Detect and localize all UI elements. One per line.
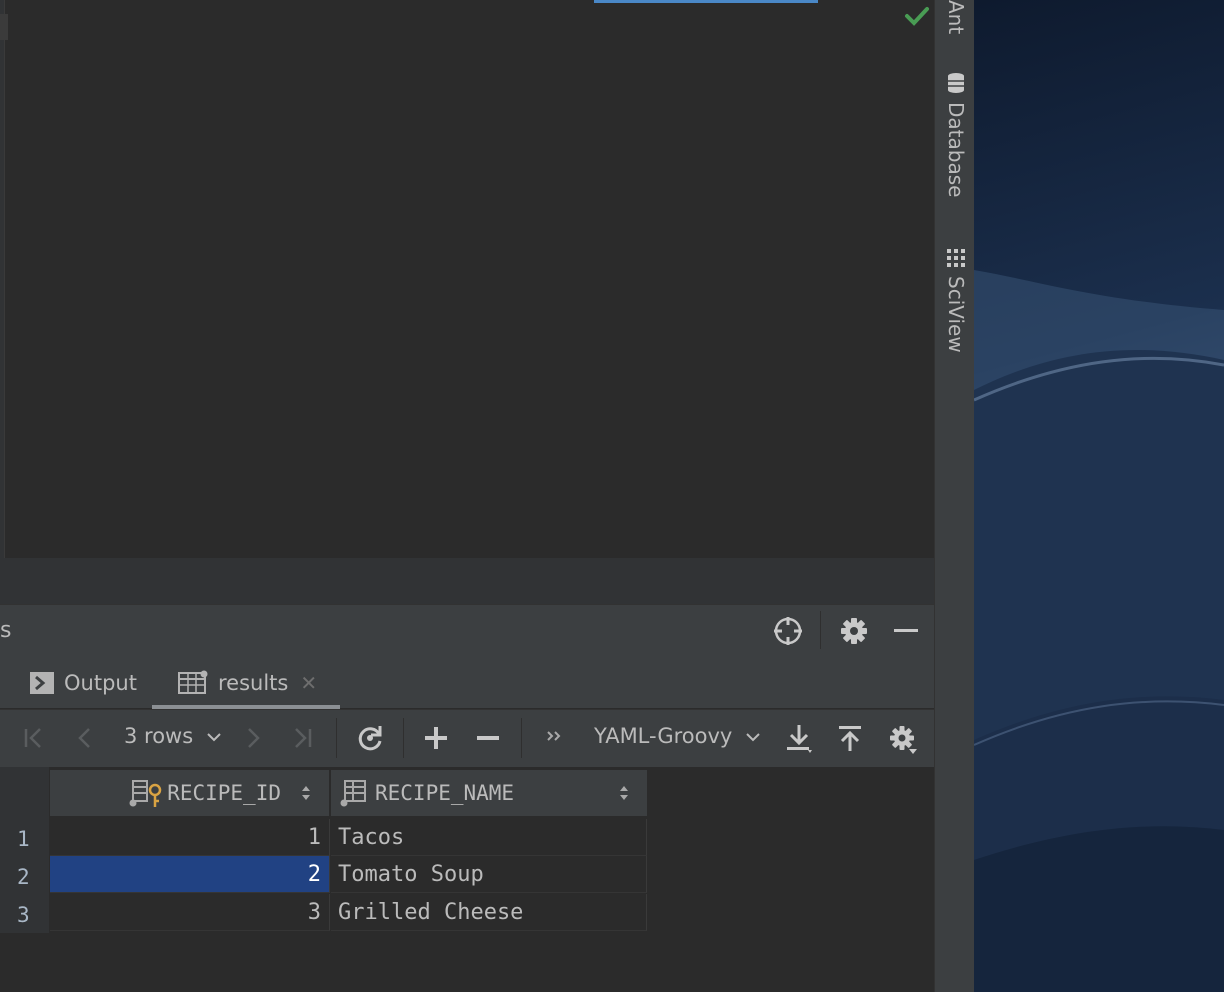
chevron-down-icon (207, 733, 221, 742)
cell-recipe-id[interactable]: 3 (50, 894, 330, 931)
splitter[interactable] (0, 558, 934, 604)
tool-window-tabs (0, 658, 934, 708)
cell-recipe-id[interactable]: 1 (50, 819, 330, 856)
toolbar-separator (336, 718, 337, 758)
primary-key-column-icon (129, 780, 162, 807)
delete-row-icon[interactable] (471, 721, 505, 755)
console-icon (30, 672, 54, 694)
tab-output[interactable]: Output (30, 658, 137, 708)
column-header-recipe-id[interactable]: RECIPE_ID (50, 770, 330, 816)
rows-count-dropdown[interactable]: 3 rows (124, 724, 222, 748)
rows-count-label: 3 rows (124, 724, 194, 748)
column-header-recipe-name[interactable]: RECIPE_NAME (331, 770, 647, 816)
sort-icon[interactable] (617, 783, 631, 803)
data-extractor-dropdown[interactable]: YAML-Groovy (594, 724, 761, 748)
last-page-icon[interactable] (286, 721, 320, 755)
scroll-from-source-icon[interactable] (771, 614, 805, 648)
toolbar-separator (403, 718, 404, 758)
more-actions-chevron-icon[interactable] (539, 721, 573, 755)
row-number[interactable]: 2 (0, 858, 49, 896)
chevron-down-icon (746, 733, 760, 742)
editor-gutter (0, 0, 8, 558)
cell-recipe-name[interactable]: Tomato Soup (331, 856, 647, 893)
row-number[interactable]: 3 (0, 896, 49, 934)
previous-page-icon[interactable] (68, 721, 102, 755)
inspection-ok-check-icon[interactable] (904, 4, 930, 28)
close-tab-icon[interactable]: ✕ (300, 671, 317, 695)
sidebar-item-database[interactable]: Database (944, 72, 968, 197)
sciview-grid-icon (947, 249, 965, 267)
download-export-icon[interactable] (782, 721, 816, 755)
table-icon (178, 670, 208, 694)
tab-output-label: Output (64, 671, 137, 695)
column-icon (340, 780, 366, 807)
tool-window-title: s (0, 618, 12, 643)
dune-wallpaper-image (974, 270, 1224, 992)
cell-recipe-name[interactable]: Tacos (331, 819, 647, 856)
editor-area[interactable] (0, 0, 934, 558)
add-row-icon[interactable] (419, 721, 453, 755)
tab-results-label: results (218, 671, 289, 695)
database-icon (948, 73, 964, 93)
grid-corner (0, 770, 49, 816)
sidebar-item-label: SciView (944, 276, 968, 353)
desktop-wallpaper (974, 0, 1224, 992)
upload-import-icon[interactable] (833, 721, 867, 755)
column-name: RECIPE_ID (167, 781, 281, 805)
next-page-icon[interactable] (236, 721, 270, 755)
header-separator (820, 611, 821, 649)
cell-recipe-id-selected[interactable]: 2 (50, 856, 330, 893)
data-extractor-label: YAML-Groovy (594, 724, 733, 748)
sidebar-item-label: Ant (944, 0, 968, 35)
sidebar-item-sciview[interactable]: SciView (944, 248, 968, 353)
gear-icon[interactable] (837, 614, 871, 648)
sidebar-item-ant[interactable]: Ant (944, 0, 968, 34)
cell-recipe-name[interactable]: Grilled Cheese (331, 894, 647, 931)
column-name: RECIPE_NAME (375, 781, 515, 805)
settings-gear-icon[interactable] (885, 721, 919, 755)
toolbar-separator (521, 718, 522, 758)
refresh-icon[interactable] (353, 721, 387, 755)
first-page-icon[interactable] (16, 721, 50, 755)
active-editor-tab-indicator (594, 0, 818, 3)
tab-results[interactable]: results ✕ (178, 658, 317, 708)
minimize-icon[interactable] (889, 614, 923, 648)
row-number[interactable]: 1 (0, 820, 49, 858)
sidebar-item-label: Database (944, 102, 968, 198)
sort-icon[interactable] (299, 783, 313, 803)
